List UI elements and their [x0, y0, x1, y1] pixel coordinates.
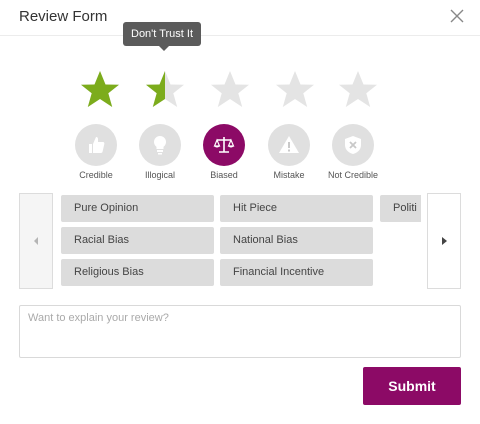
- category-not-credible[interactable]: Not Credible: [323, 124, 383, 180]
- dialog-header: Review Form: [0, 0, 480, 36]
- category-mistake[interactable]: Mistake: [259, 124, 319, 180]
- star-rating: [78, 68, 398, 112]
- chevron-left-icon: [34, 237, 38, 245]
- lightbulb-icon: [139, 124, 181, 166]
- tag-national-bias[interactable]: National Bias: [220, 227, 373, 254]
- carousel-next-button[interactable]: [427, 193, 461, 289]
- tag-hit-piece[interactable]: Hit Piece: [220, 195, 373, 222]
- tag-list: Pure Opinion Hit Piece Politi Racial Bias Na…: [59, 193, 421, 289]
- shield-x-icon: [332, 124, 374, 166]
- close-icon[interactable]: [448, 7, 466, 25]
- carousel-prev-button[interactable]: [19, 193, 53, 289]
- category-biased[interactable]: Biased: [194, 124, 254, 180]
- rating-tooltip: Don't Trust It: [123, 22, 202, 51]
- tag-carousel: Pure Opinion Hit Piece Politi Racial Bias Na…: [19, 193, 461, 289]
- category-illogical[interactable]: Illogical: [130, 124, 190, 180]
- dialog-title: Review Form: [19, 8, 108, 25]
- tag-religious-bias[interactable]: Religious Bias: [61, 259, 214, 286]
- chevron-right-icon: [441, 237, 447, 245]
- explain-review-input[interactable]: [19, 305, 461, 358]
- star-3[interactable]: [208, 68, 252, 112]
- tag-financial-incentive[interactable]: Financial Incentive: [220, 259, 373, 286]
- category-label: Mistake: [273, 170, 305, 180]
- category-label: Illogical: [144, 170, 175, 180]
- thumbs-up-icon: [75, 124, 117, 166]
- star-5[interactable]: [336, 68, 380, 112]
- warning-icon: [268, 124, 310, 166]
- star-4[interactable]: [273, 68, 317, 112]
- submit-button[interactable]: Submit: [363, 367, 461, 405]
- review-categories: Credible Illogical Biased Mistake Not Credib…: [66, 124, 416, 180]
- category-credible[interactable]: Credible: [66, 124, 126, 180]
- star-1[interactable]: [78, 68, 122, 112]
- tag-politi[interactable]: Politi: [380, 195, 421, 222]
- category-label: Credible: [79, 170, 113, 180]
- category-label: Not Credible: [327, 170, 379, 180]
- tag-pure-opinion[interactable]: Pure Opinion: [61, 195, 214, 222]
- star-2[interactable]: [143, 68, 187, 112]
- tag-racial-bias[interactable]: Racial Bias: [61, 227, 214, 254]
- category-label: Biased: [210, 170, 238, 180]
- scales-icon: [203, 124, 245, 166]
